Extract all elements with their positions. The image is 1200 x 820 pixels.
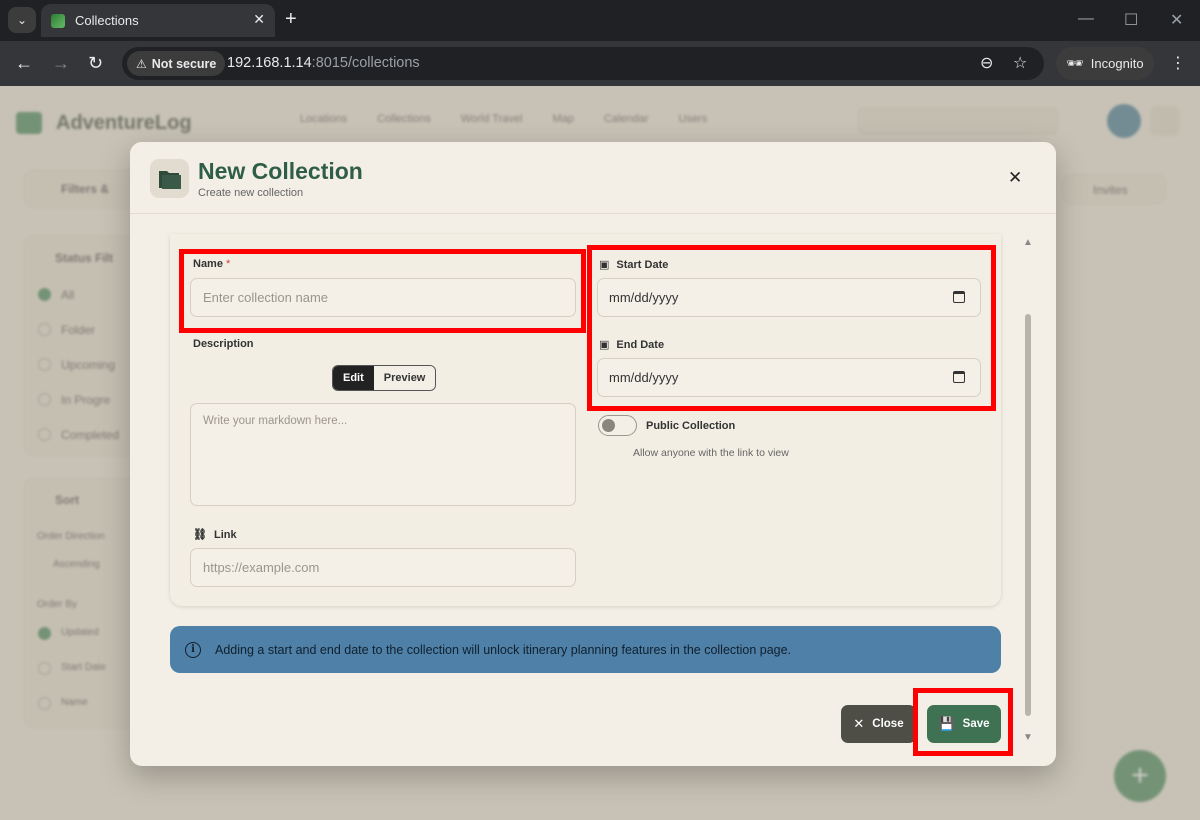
preview-tab[interactable]: Preview <box>373 366 436 390</box>
save-button-label: Save <box>962 718 990 730</box>
info-icon: i <box>185 641 201 658</box>
modal-header: New Collection Create new collection ✕ <box>130 142 1056 214</box>
required-mark: * <box>225 258 231 270</box>
security-chip[interactable]: ⚠ Not secure <box>127 51 226 76</box>
url-text: 192.168.1.14:8015/collections <box>227 55 420 71</box>
link-icon: ⛓ <box>193 529 207 541</box>
warning-icon: ⚠ <box>136 56 147 71</box>
browser-menu-icon[interactable]: ⋮ <box>1170 53 1186 73</box>
tab-close-icon[interactable]: ✕ <box>253 11 265 28</box>
name-label-text: Name <box>193 258 223 270</box>
minimize-icon[interactable]: — <box>1078 10 1094 28</box>
save-button[interactable]: 💾 Save <box>927 705 1001 743</box>
incognito-label: Incognito <box>1090 56 1144 71</box>
description-label: Description <box>193 338 254 350</box>
browser-toolbar: ← → ↻ ⚠ Not secure 192.168.1.14:8015/col… <box>0 41 1200 86</box>
link-input[interactable] <box>190 548 576 587</box>
start-date-label: ▣ Start Date <box>599 258 669 272</box>
description-mode-toggle: Edit Preview <box>332 365 437 391</box>
end-date-value: mm/dd/yyyy <box>609 370 679 385</box>
info-alert: i Adding a start and end date to the col… <box>170 626 1001 673</box>
address-bar[interactable]: ⚠ Not secure 192.168.1.14:8015/collectio… <box>122 47 1044 80</box>
browser-tab[interactable]: Collections ✕ <box>41 4 275 37</box>
calendar-icon: ▣ <box>599 259 610 271</box>
browser-tabbar: ⌄ Collections ✕ + — ☐ ✕ <box>0 0 1200 41</box>
maximize-icon[interactable]: ☐ <box>1124 10 1138 30</box>
x-icon: ✕ <box>853 716 865 731</box>
calendar-icon: ▣ <box>599 339 610 351</box>
floppy-disk-icon: 💾 <box>938 716 955 731</box>
name-label: Name * <box>193 258 230 270</box>
close-button[interactable]: ✕ Close <box>841 705 916 743</box>
close-button-label: Close <box>872 718 904 730</box>
modal-subtitle: Create new collection <box>198 187 304 199</box>
incognito-icon: 🕶 <box>1066 55 1084 71</box>
start-date-value: mm/dd/yyyy <box>609 290 679 305</box>
url-path: :8015/collections <box>311 55 420 71</box>
end-date-label-text: End Date <box>616 338 665 351</box>
forward-icon[interactable]: → <box>52 52 70 74</box>
favicon-icon <box>51 13 65 28</box>
info-text: Adding a start and end date to the colle… <box>215 642 792 657</box>
modal-title: New Collection <box>198 158 363 184</box>
tab-search-button[interactable]: ⌄ <box>8 7 36 33</box>
end-date-label: ▣ End Date <box>599 338 665 352</box>
not-secure-label: Not secure <box>151 56 217 71</box>
name-input[interactable] <box>190 278 576 317</box>
edit-tab[interactable]: Edit <box>333 366 374 390</box>
public-collection-toggle[interactable] <box>598 415 637 436</box>
public-collection-help: Allow anyone with the link to view <box>633 447 789 459</box>
public-collection-label: Public Collection <box>646 420 736 432</box>
toggle-knob <box>602 419 615 432</box>
link-label-text: Link <box>213 528 237 541</box>
close-icon[interactable]: ✕ <box>1008 168 1022 188</box>
scroll-up-icon[interactable]: ▲ <box>1023 237 1033 248</box>
incognito-indicator[interactable]: 🕶 Incognito <box>1056 47 1154 80</box>
folder-icon <box>150 159 189 198</box>
scroll-down-icon[interactable]: ▼ <box>1023 732 1033 743</box>
back-icon[interactable]: ← <box>15 52 33 74</box>
description-placeholder: Write your markdown here... <box>203 415 348 427</box>
date-picker-icon[interactable] <box>953 291 965 303</box>
zoom-icon[interactable]: ⊖ <box>980 53 993 73</box>
start-date-input[interactable]: mm/dd/yyyy <box>597 278 981 317</box>
new-tab-button[interactable]: + <box>285 8 297 30</box>
reload-icon[interactable]: ↻ <box>88 52 103 74</box>
description-textarea[interactable]: Write your markdown here... <box>190 403 576 506</box>
tab-title: Collections <box>75 13 139 28</box>
url-host: 192.168.1.14 <box>227 55 312 71</box>
scrollbar-thumb[interactable] <box>1025 314 1031 716</box>
link-label: ⛓ Link <box>193 528 237 542</box>
end-date-input[interactable]: mm/dd/yyyy <box>597 358 981 397</box>
date-picker-icon[interactable] <box>953 371 965 383</box>
start-date-label-text: Start Date <box>616 258 669 271</box>
new-collection-modal: New Collection Create new collection ✕ ▲… <box>130 142 1056 766</box>
window-close-icon[interactable]: ✕ <box>1170 10 1183 30</box>
bookmark-star-icon[interactable]: ☆ <box>1013 53 1027 73</box>
